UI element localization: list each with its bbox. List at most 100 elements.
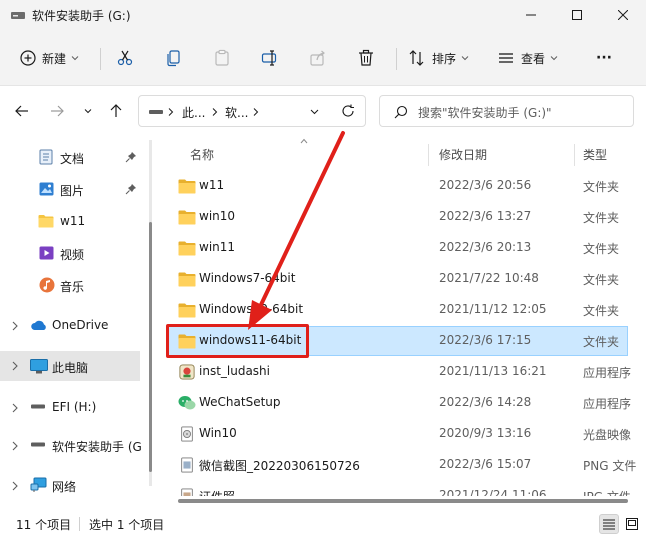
picture-icon: [39, 182, 54, 196]
sidebar-scrollbar-thumb[interactable]: [149, 222, 152, 472]
more-options-icon: ···: [596, 50, 612, 66]
window-title: 软件安装助手 (G:): [32, 9, 131, 23]
details-view-icon: [603, 519, 615, 530]
table-row[interactable]: Win10 2020/9/3 13:16 光盘映像: [167, 419, 637, 449]
chevron-down-icon[interactable]: [310, 108, 319, 116]
annotation-highlight-box: [166, 324, 309, 358]
tiles-view-button[interactable]: [622, 514, 642, 534]
column-header-type[interactable]: 类型: [583, 146, 607, 163]
sidebar-item-label: 视频: [60, 248, 85, 262]
breadcrumb-drive[interactable]: 软...: [225, 104, 248, 121]
sidebar-item-videos[interactable]: 视频: [0, 239, 148, 267]
arrow-left-icon: [15, 105, 28, 117]
pin-icon[interactable]: [125, 151, 137, 163]
new-label: 新建: [42, 51, 67, 66]
file-type: 应用程序: [583, 397, 632, 411]
copy-button[interactable]: [165, 44, 183, 72]
delete-button[interactable]: [357, 44, 375, 72]
table-row[interactable]: win11 2022/3/6 20:13 文件夹: [167, 233, 637, 263]
table-row[interactable]: w11 2022/3/6 20:56 文件夹: [167, 171, 637, 201]
sidebar-item-documents[interactable]: 文档: [0, 143, 148, 171]
share-button[interactable]: [309, 44, 327, 72]
file-name: Win10: [199, 426, 237, 440]
refresh-icon[interactable]: [341, 104, 355, 118]
chevron-down-icon: [461, 56, 469, 61]
sidebar-item-label: 文档: [60, 152, 85, 166]
cut-button[interactable]: [116, 44, 134, 72]
file-type: 文件夹: [583, 211, 620, 225]
drive-icon: [31, 442, 45, 447]
table-row[interactable]: inst_ludashi 2021/11/13 16:21 应用程序: [167, 357, 637, 387]
image-file-icon: [181, 457, 193, 473]
drive-icon: [31, 404, 45, 409]
drive-icon: [11, 12, 25, 19]
rename-icon: [261, 50, 277, 66]
new-button[interactable]: 新建: [20, 44, 79, 72]
folder-icon: [178, 241, 196, 256]
file-type: JPG 文件: [583, 488, 631, 496]
close-button[interactable]: [600, 0, 646, 30]
file-name: inst_ludashi: [199, 364, 270, 378]
maximize-button[interactable]: [554, 0, 600, 30]
sidebar-item-music[interactable]: 音乐: [0, 271, 148, 299]
horizontal-scrollbar-thumb[interactable]: [178, 499, 628, 503]
video-icon: [39, 246, 54, 260]
up-button[interactable]: [104, 100, 128, 122]
table-row[interactable]: 证件照 2021/12/24 11:06 JPG 文件: [167, 481, 636, 496]
sort-label: 排序: [432, 51, 457, 66]
column-divider[interactable]: [428, 144, 429, 166]
search-box[interactable]: 搜索"软件安装助手 (G:)": [379, 95, 634, 127]
view-button[interactable]: 查看: [497, 44, 558, 72]
sidebar-item-label: 软件安装助手 (G: [52, 440, 142, 454]
table-row[interactable]: 微信截图_20220306150726 2022/3/6 15:07 PNG 文…: [167, 450, 637, 480]
sort-button[interactable]: 排序: [408, 44, 469, 72]
pin-icon[interactable]: [125, 183, 137, 195]
chevron-right-icon[interactable]: [11, 403, 19, 413]
arrow-up-icon: [110, 104, 122, 117]
column-header-name[interactable]: 名称: [190, 146, 214, 163]
title-bar: 软件安装助手 (G:): [0, 0, 646, 30]
column-header-date[interactable]: 修改日期: [439, 146, 487, 163]
cloud-icon: [31, 320, 46, 330]
address-bar[interactable]: 此... 软...: [138, 95, 366, 127]
breadcrumb-this-pc[interactable]: 此...: [182, 104, 205, 121]
column-divider[interactable]: [574, 144, 575, 166]
file-date: 2021/7/22 10:48: [439, 271, 539, 285]
search-icon: [394, 105, 408, 119]
table-row[interactable]: Windows7-64bit 2021/7/22 10:48 文件夹: [167, 264, 637, 294]
rename-button[interactable]: [261, 44, 279, 72]
table-row[interactable]: Windows10-64bit 2021/11/12 12:05 文件夹: [167, 295, 637, 325]
paste-button[interactable]: [213, 44, 231, 72]
sidebar-item-pictures[interactable]: 图片: [0, 175, 148, 203]
copy-icon: [167, 50, 180, 67]
file-type: 文件夹: [583, 335, 620, 349]
chevron-right-icon[interactable]: [11, 361, 19, 371]
sidebar-item-onedrive[interactable]: OneDrive: [0, 311, 148, 339]
back-button[interactable]: [10, 100, 34, 122]
table-row[interactable]: win10 2022/3/6 13:27 文件夹: [167, 202, 637, 232]
table-row[interactable]: WeChatSetup 2022/3/6 14:28 应用程序: [167, 388, 637, 418]
file-name: Windows7-64bit: [199, 271, 296, 285]
recent-locations-button[interactable]: [76, 100, 100, 122]
sidebar-item-network[interactable]: 网络: [0, 471, 148, 499]
file-type: 应用程序: [583, 366, 632, 380]
chevron-right-icon[interactable]: [11, 441, 19, 451]
minimize-button[interactable]: [508, 0, 554, 30]
clipboard-icon: [215, 49, 229, 66]
file-explorer-window: 软件安装助手 (G:) 新建 排序 查看 ··· 此... 软... 搜索"软件…: [0, 0, 646, 536]
sidebar-item-software-drive[interactable]: 软件安装助手 (G: [0, 431, 148, 459]
file-name: Windows10-64bit: [199, 302, 304, 316]
details-view-button[interactable]: [599, 514, 619, 534]
sidebar-item-efi-drive[interactable]: EFI (H:): [0, 393, 148, 421]
folder-icon: [178, 303, 196, 318]
chevron-right-icon[interactable]: [11, 321, 19, 331]
sidebar-item-this-pc[interactable]: 此电脑: [0, 351, 140, 381]
file-date: 2021/11/13 16:21: [439, 364, 547, 378]
image-file-icon: [181, 488, 193, 496]
sort-caret-icon: [300, 138, 308, 144]
sidebar-item-w11[interactable]: w11: [0, 207, 148, 235]
chevron-down-icon: [84, 109, 92, 114]
chevron-right-icon[interactable]: [11, 481, 19, 491]
forward-button[interactable]: [45, 100, 69, 122]
more-options-button[interactable]: ···: [590, 44, 612, 72]
